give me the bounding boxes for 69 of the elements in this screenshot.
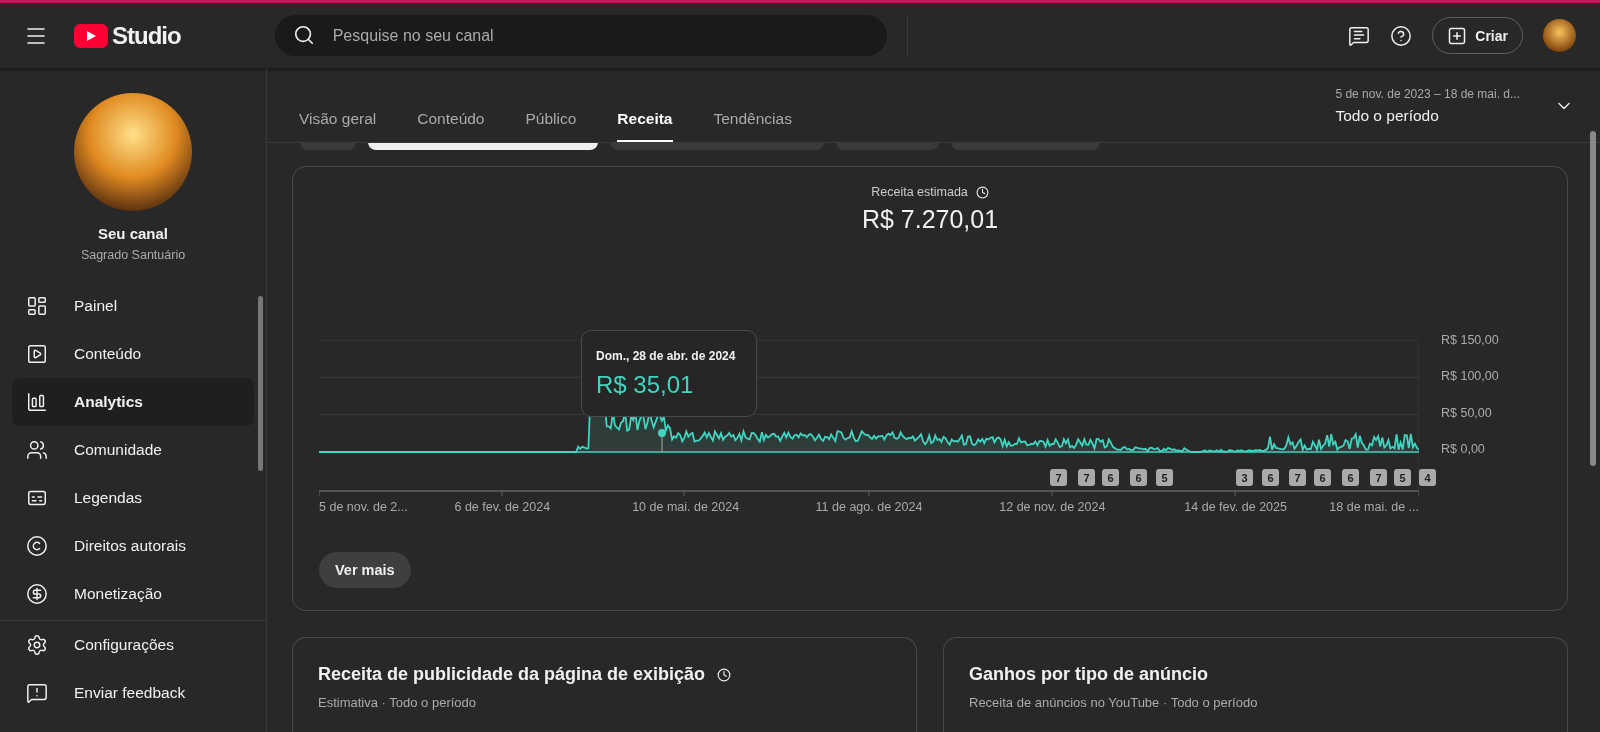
card-subtitle: Estimativa · Todo o período (318, 695, 477, 710)
tab[interactable]: Conteúdo (417, 110, 485, 142)
play-logo-icon (74, 23, 108, 48)
video-count-marker[interactable]: 6 (1130, 469, 1147, 486)
y-axis-label: R$ 0,00 (1441, 441, 1486, 457)
sidebar-item[interactable]: Conteúdo (12, 330, 254, 378)
play-icon (26, 343, 48, 365)
filter-chip[interactable] (368, 143, 598, 150)
sidebar-item[interactable]: Analytics (12, 378, 254, 426)
video-count-marker[interactable]: 6 (1262, 469, 1279, 486)
tab[interactable]: Público (525, 110, 577, 142)
x-axis-label: 14 de fev. de 2025 (1184, 500, 1287, 514)
settings-icon (26, 634, 48, 656)
y-axis-label: R$ 100,00 (1441, 368, 1499, 385)
avatar[interactable] (1543, 19, 1576, 52)
chart-tooltip: Dom., 28 de abr. de 2024 R$ 35,01 (581, 330, 757, 417)
card-subtitle: Receita de anúncios no YouTube · Todo o período (969, 695, 1259, 710)
metric-value: R$ 7.270,01 (860, 205, 1000, 234)
sidebar-item[interactable]: Enviar feedback (12, 669, 254, 717)
video-count-marker[interactable]: 6 (1102, 469, 1119, 486)
video-count-marker[interactable]: 6 (1314, 469, 1331, 486)
tab[interactable]: Visão geral (299, 110, 377, 142)
scrollbar[interactable] (258, 296, 263, 471)
sidebar-item[interactable]: Monetização (12, 570, 254, 618)
help-button[interactable] (1390, 24, 1413, 47)
video-count-marker[interactable]: 5 (1156, 469, 1173, 486)
video-count-marker[interactable]: 7 (1078, 469, 1095, 486)
sidebar-item[interactable]: Legendas (12, 474, 254, 522)
video-count-marker[interactable]: 4 (1419, 469, 1436, 486)
search-field[interactable]: Pesquise no seu canal (274, 15, 887, 56)
bar-chart-icon (26, 391, 48, 413)
sidebar-item[interactable]: Painel (12, 282, 254, 330)
x-axis-label: 18 de mai. de ... (1329, 500, 1419, 514)
x-axis-label: 10 de mai. de 2024 (632, 500, 740, 514)
people-icon (26, 439, 48, 461)
channel-name: Sagrado Santuário (79, 248, 187, 262)
see-more-button[interactable]: Ver mais (319, 552, 411, 588)
logo-text: Studio (112, 21, 181, 50)
card-title: Ganhos por tipo de anúncio (969, 664, 1208, 685)
sidebar-item[interactable]: Direitos autorais (12, 522, 254, 570)
feedback-icon (26, 682, 48, 704)
search-icon (292, 24, 315, 46)
video-count-marker[interactable]: 7 (1050, 469, 1067, 486)
filter-chip[interactable] (610, 143, 824, 150)
y-axis-label: R$ 50,00 (1441, 404, 1493, 421)
sidebar-item[interactable]: Configurações (12, 621, 254, 669)
scrollbar[interactable] (1590, 131, 1596, 466)
channel-title: Seu canal (96, 225, 169, 242)
video-count-marker[interactable]: 3 (1236, 469, 1253, 486)
date-range-selector[interactable]: 5 de nov. de 2023 – 18 de mai. d... Todo o período (1335, 86, 1574, 125)
dollar-icon (26, 583, 48, 605)
tab[interactable]: Tendências (713, 110, 792, 142)
y-axis-label: R$ 150,00 (1441, 332, 1499, 348)
copyright-icon (26, 535, 48, 557)
video-count-marker[interactable]: 5 (1394, 469, 1411, 486)
clock-icon (975, 185, 989, 199)
x-axis-label: 11 de ago. de 2024 (815, 500, 923, 514)
video-count-marker[interactable]: 7 (1289, 469, 1306, 486)
metric-title: Receita estimada (871, 185, 968, 199)
x-axis-label: 5 de nov. de 2... (319, 500, 408, 514)
sidebar-item[interactable]: Comunidade (12, 426, 254, 474)
x-axis-label: 12 de nov. de 2024 (999, 500, 1106, 514)
dashboard-icon (26, 295, 48, 317)
plus-icon (1447, 25, 1468, 46)
x-axis-label: 6 de fev. de 2024 (454, 500, 551, 514)
video-count-marker[interactable]: 7 (1370, 469, 1387, 486)
video-count-marker[interactable]: 6 (1342, 469, 1359, 486)
card-title: Receita de publicidade da página de exibição (318, 664, 706, 685)
notes-button[interactable] (1348, 24, 1371, 47)
